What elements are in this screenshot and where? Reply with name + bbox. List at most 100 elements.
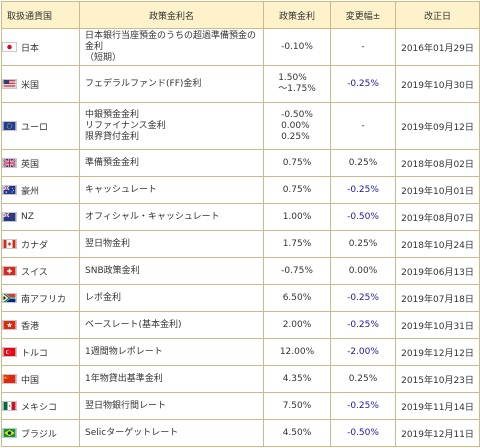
country-name: ユーロ [21, 122, 49, 133]
policy-rate-value: -0.50% 0.00% 0.25% [281, 109, 313, 142]
policy-rate-name-cell: オフィシャル・キャッシュレート [79, 203, 264, 231]
australia-flag-icon [2, 185, 17, 195]
policy-rate-name: 1年物貸出基準金利 [85, 373, 163, 384]
country-cell: ユーロ [1, 102, 80, 150]
country-name: 香港 [21, 321, 40, 332]
change-value: -2.00% [347, 347, 379, 357]
revision-date-cell: 2019年10月31日 [395, 311, 480, 339]
revision-date-cell: 2019年06月13日 [395, 257, 480, 285]
policy-rate-cell: -0.10% [263, 28, 331, 66]
revision-date: 2015年10月23日 [401, 375, 474, 386]
revision-date-cell: 2019年12月12日 [395, 338, 480, 366]
change-cell: -0.25% [330, 311, 396, 339]
header-policy-rate-name: 政策金利名 [79, 1, 264, 29]
policy-rate-value: 0.75% [282, 157, 312, 168]
revision-date-cell: 2016年01月29日 [395, 28, 480, 66]
policy-rate-cell: -0.75% [263, 257, 331, 285]
revision-date: 2019年10月31日 [401, 321, 474, 332]
country-cell: トルコ [1, 338, 80, 366]
country-name: トルコ [21, 348, 48, 359]
table-row: 香港 ベースレート(基本金利) 2.00% -0.25% 2019年10月31日 [1, 311, 480, 339]
change-value: - [361, 42, 365, 52]
table-row: 豪州 キャッシュレート 0.75% -0.25% 2019年10月01日 [1, 176, 480, 204]
country-cell: 香港 [1, 311, 80, 339]
policy-rate-value: 1.75% [282, 238, 312, 249]
change-value: 0.25% [348, 239, 378, 249]
policy-rate-value: 6.50% [282, 292, 312, 303]
table-row: スイス SNB政策金利 -0.75% 0.00% 2019年06月13日 [1, 257, 480, 285]
country-name: 米国 [21, 80, 40, 91]
country-cell: 中国 [1, 365, 80, 393]
country-name: 英国 [21, 159, 40, 170]
policy-rate-name: ベースレート(基本金利) [85, 319, 182, 330]
policy-rate-cell: 7.50% [263, 392, 331, 420]
policy-rate-name: レポ金利 [85, 292, 122, 303]
header-policy-rate: 政策金利 [263, 1, 331, 29]
revision-date-cell: 2015年10月23日 [395, 365, 480, 393]
country-cell: スイス [1, 257, 80, 285]
change-value: -0.25% [347, 401, 379, 411]
policy-rate-name-cell: 1週間物レポレート [79, 338, 264, 366]
table-row: トルコ 1週間物レポレート 12.00% -2.00% 2019年12月12日 [1, 338, 480, 366]
revision-date: 2016年01月29日 [401, 43, 474, 54]
policy-rate-name: フェデラルファンド(FF)金利 [85, 78, 202, 89]
revision-date-cell: 2018年08月02日 [395, 149, 480, 177]
change-value: -0.50% [347, 428, 379, 438]
south-africa-flag-icon [2, 293, 17, 303]
change-cell: -0.25% [330, 284, 396, 312]
policy-rate-table: 取扱通貨国 政策金利名 政策金利 変更幅± 改正日 日本 日本銀行当座預金のうちの… [1, 1, 480, 447]
country-name: 日本 [21, 43, 40, 54]
country-cell: ブラジル [1, 419, 80, 447]
china-flag-icon [2, 374, 17, 384]
country-cell: 豪州 [1, 176, 80, 204]
policy-rate-cell: 4.50% [263, 419, 331, 447]
policy-rate-name: 中銀預金金利 リファイナンス金利 限界貸付金利 [85, 109, 166, 142]
turkey-flag-icon [2, 347, 17, 357]
country-name: カナダ [21, 240, 49, 251]
table-header-row: 取扱通貨国 政策金利名 政策金利 変更幅± 改正日 [1, 1, 480, 29]
policy-rate-value: 1.50% ～1.75% [278, 73, 316, 94]
country-name: NZ [21, 212, 34, 222]
table-row: ブラジル Selicターゲットレート 4.50% -0.50% 2019年12月11日 [1, 419, 480, 447]
change-cell: - [330, 28, 396, 66]
table-row: 日本 日本銀行当座預金のうちの超過準備預金の金利 （短期） -0.10% - 2016年… [1, 28, 480, 66]
policy-rate-cell: -0.50% 0.00% 0.25% [263, 102, 331, 150]
country-cell: 米国 [1, 65, 80, 103]
eu-flag-icon [2, 121, 17, 131]
policy-rate-name-cell: 日本銀行当座預金のうちの超過準備預金の金利 （短期） [79, 28, 264, 66]
header-country: 取扱通貨国 [1, 1, 80, 29]
change-value: -0.25% [347, 79, 379, 89]
country-cell: 南アフリカ [1, 284, 80, 312]
change-value: -0.25% [347, 185, 379, 195]
revision-date-cell: 2019年08月07日 [395, 203, 480, 231]
country-cell: NZ [1, 203, 80, 231]
policy-rate-name-cell: 翌日物金利 [79, 230, 264, 258]
policy-rate-name-cell: キャッシュレート [79, 176, 264, 204]
policy-rate-cell: 12.00% [263, 338, 331, 366]
policy-rate-cell: 6.50% [263, 284, 331, 312]
canada-flag-icon [2, 239, 17, 249]
policy-rate-name: SNB政策金利 [85, 265, 140, 276]
table-row: 米国 フェデラルファンド(FF)金利 1.50% ～1.75% -0.25% 2019年… [1, 65, 480, 103]
policy-rate-value: 0.75% [282, 184, 312, 195]
change-value: - [361, 121, 365, 131]
change-value: -0.25% [347, 293, 379, 303]
change-cell: -0.25% [330, 392, 396, 420]
change-value: 0.00% [348, 266, 378, 276]
revision-date: 2019年12月12日 [401, 348, 474, 359]
uk-flag-icon [2, 158, 17, 168]
policy-rate-value: -0.75% [281, 265, 313, 276]
table-row: カナダ 翌日物金利 1.75% 0.25% 2018年10月24日 [1, 230, 480, 258]
country-name: スイス [21, 267, 48, 278]
policy-rate-name: キャッシュレート [85, 184, 157, 195]
brazil-flag-icon [2, 428, 17, 438]
switzerland-flag-icon [2, 266, 17, 276]
change-cell: -0.50% [330, 419, 396, 447]
revision-date: 2019年12月11日 [401, 429, 474, 440]
policy-rate-name-cell: レポ金利 [79, 284, 264, 312]
policy-rate-name: Selicターゲットレート [85, 427, 179, 438]
revision-date-cell: 2018年10月24日 [395, 230, 480, 258]
table-row: ユーロ 中銀預金金利 リファイナンス金利 限界貸付金利 -0.50% 0.00% 0… [1, 102, 480, 150]
revision-date-cell: 2019年10月30日 [395, 65, 480, 103]
policy-rate-name: オフィシャル・キャッシュレート [85, 211, 220, 222]
